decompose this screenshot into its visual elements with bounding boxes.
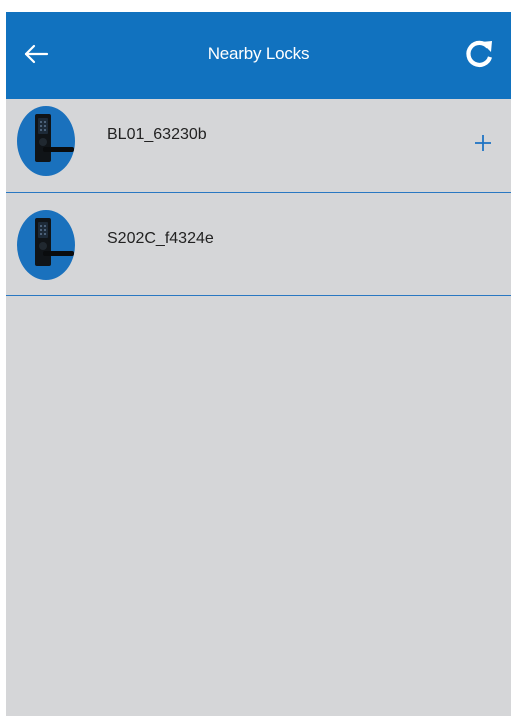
lock-name: S202C_f4324e [107,230,214,247]
list-item[interactable]: BL01_63230b [6,99,511,193]
lock-name: BL01_63230b [107,126,207,143]
app-bar: Nearby Locks [6,12,511,99]
refresh-icon [466,40,493,67]
plus-icon [475,135,491,151]
door-lock-icon [17,210,75,280]
lock-list: BL01_63230b S202C_f4324e [6,99,511,296]
list-item[interactable]: S202C_f4324e [6,193,511,296]
add-lock-button[interactable] [471,131,495,155]
app-screen: Nearby Locks BL01_63230b S202C_f4324e [6,12,511,716]
refresh-button[interactable] [461,36,497,72]
page-title: Nearby Locks [207,44,310,63]
door-lock-icon [17,106,75,176]
